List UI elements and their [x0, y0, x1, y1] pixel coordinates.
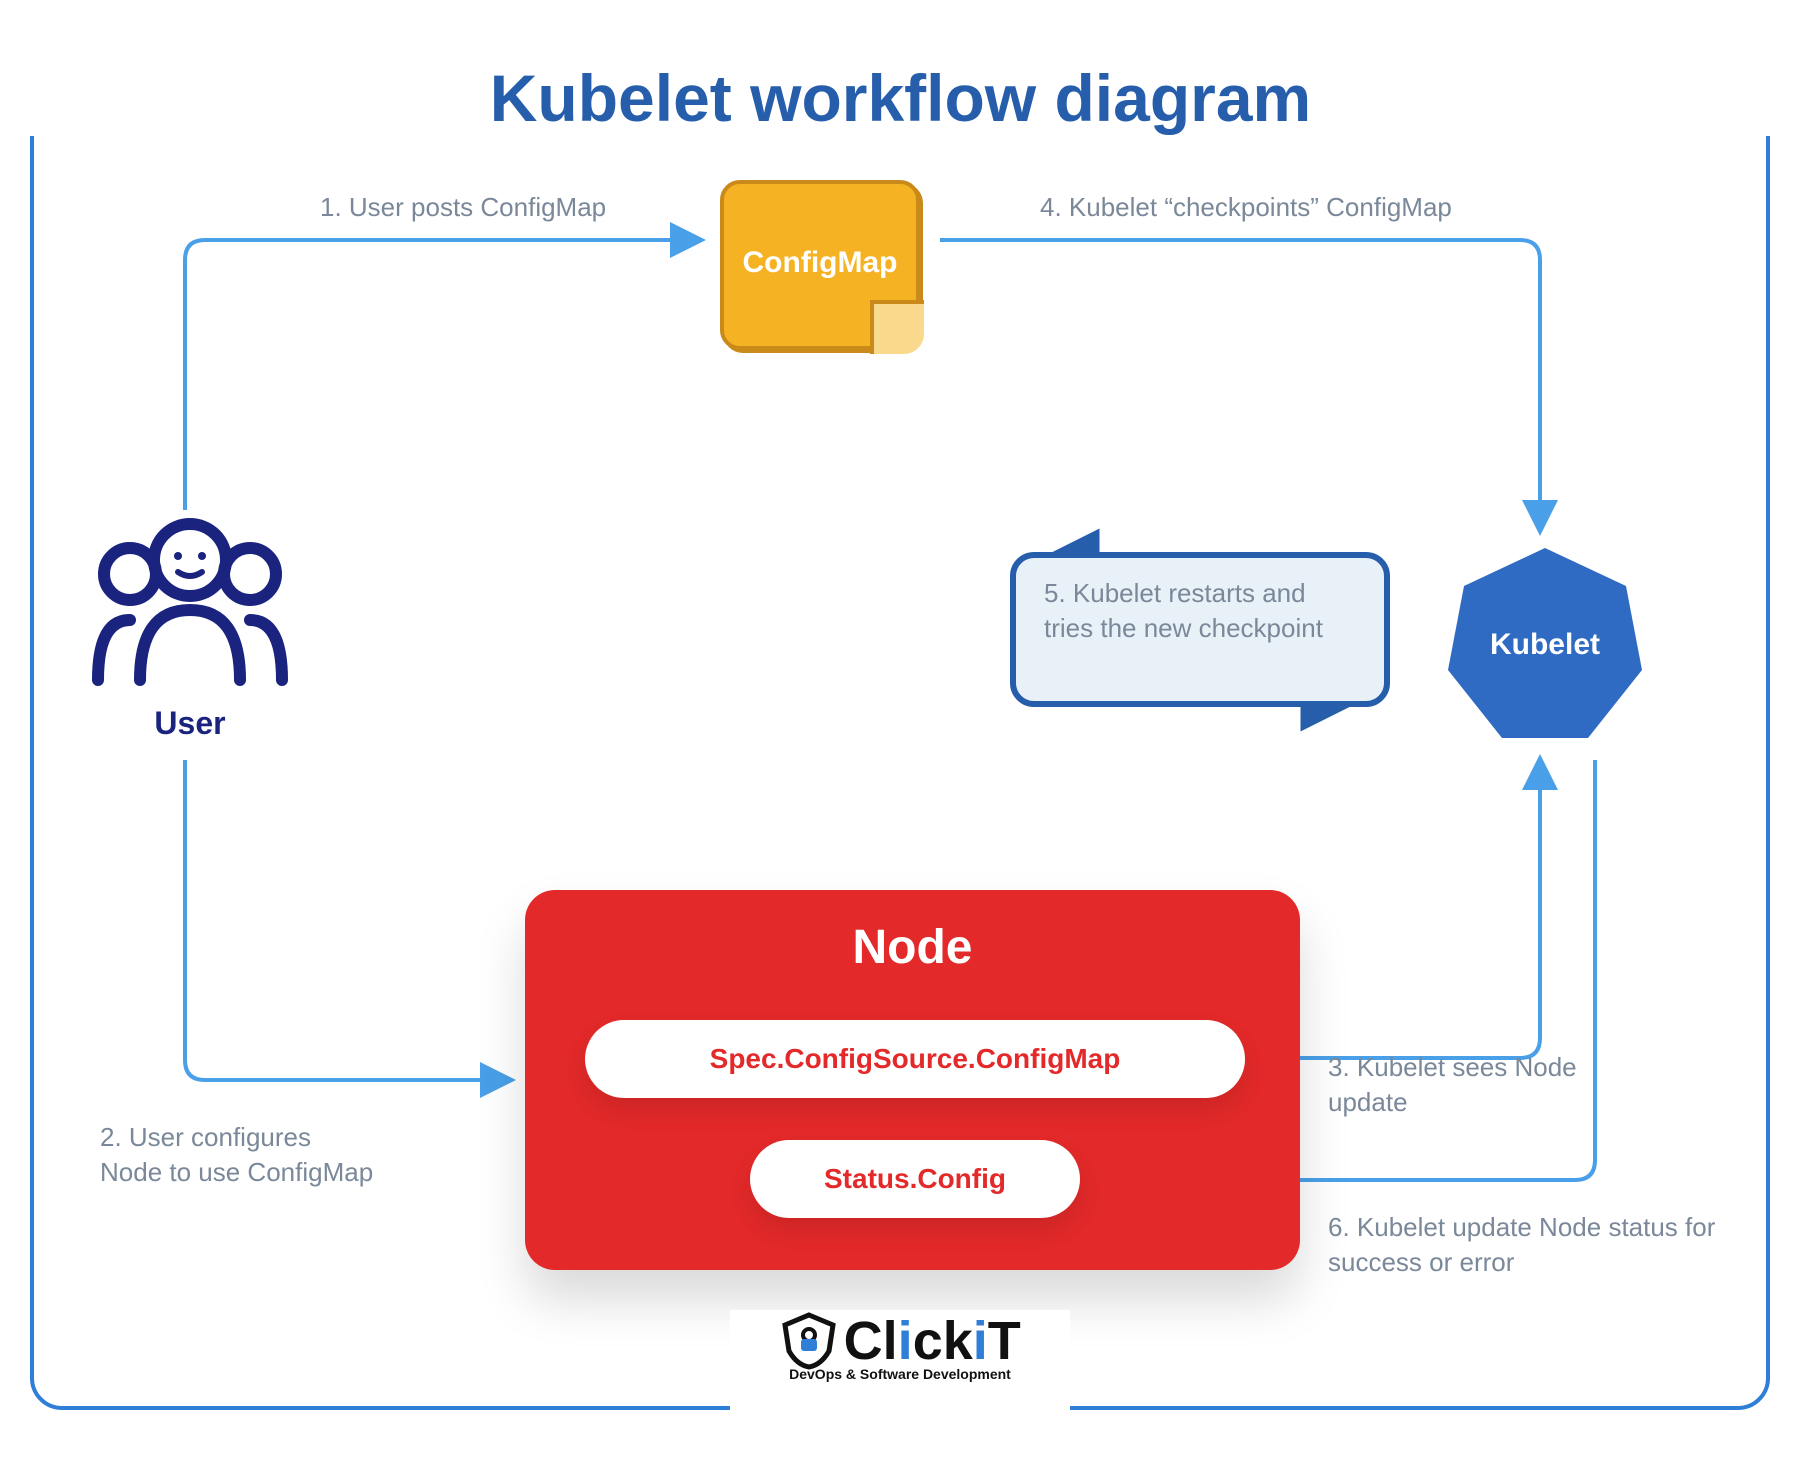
logo-text: ClickiT [844, 1310, 1021, 1372]
shield-icon [779, 1311, 839, 1371]
diagram-title: Kubelet workflow diagram [450, 60, 1351, 136]
caption-step-1: 1. User posts ConfigMap [320, 190, 606, 225]
diagram-title-wrap: Kubelet workflow diagram [0, 60, 1801, 136]
restart-box: 5. Kubelet restarts and tries the new ch… [1010, 552, 1390, 707]
kubelet-node: Kubelet [1440, 540, 1650, 755]
configmap-node: ConfigMap [720, 180, 920, 350]
clickit-logo: ClickiT DevOps & Software Development [730, 1310, 1070, 1420]
caption-step-4: 4. Kubelet “checkpoints” ConfigMap [1040, 190, 1452, 225]
configmap-note-fold-icon [870, 300, 924, 354]
node-title: Node [525, 890, 1300, 975]
user-label: User [80, 705, 300, 742]
kubelet-workflow-diagram: Kubelet workflow diagram [0, 0, 1801, 1457]
node-pill-spec: Spec.ConfigSource.ConfigMap [585, 1020, 1245, 1098]
caption-step-3: 3. Kubelet sees Node update [1328, 1050, 1608, 1120]
node-pill-status: Status.Config [750, 1140, 1080, 1218]
configmap-label: ConfigMap [720, 246, 920, 280]
kubelet-label: Kubelet [1440, 628, 1650, 662]
caption-step-5: 5. Kubelet restarts and tries the new ch… [1016, 558, 1384, 664]
caption-step-6: 6. Kubelet update Node status for succes… [1328, 1210, 1748, 1280]
user-group: User [80, 510, 300, 742]
user-icon [80, 510, 300, 690]
caption-step-2: 2. User configures Node to use ConfigMap [100, 1120, 373, 1190]
